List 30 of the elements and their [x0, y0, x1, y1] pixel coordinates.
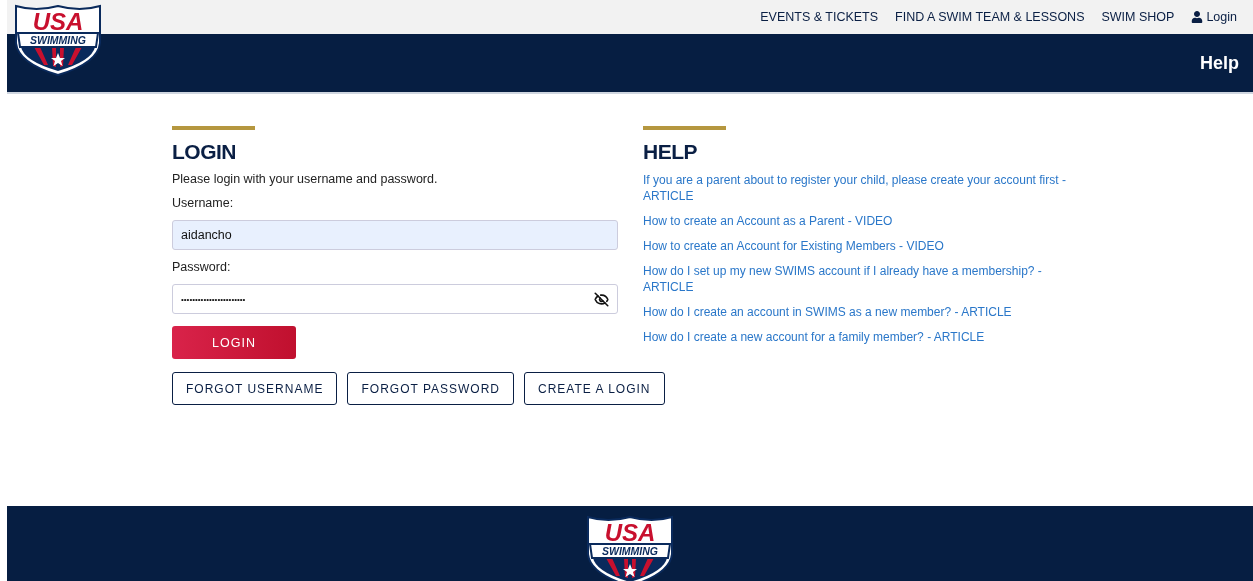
logo-text: SWIMMING	[602, 545, 658, 557]
nav-link[interactable]: SWIM SHOP	[1101, 10, 1175, 24]
account-button[interactable]: FORGOT USERNAME	[172, 372, 338, 405]
login-button[interactable]: LOGIN	[172, 326, 296, 359]
help-article-link[interactable]: How do I create a new account for a family member? - ARTICLE	[643, 329, 1093, 345]
account-button[interactable]: FORGOT PASSWORD	[347, 372, 515, 405]
field-label: Password:	[172, 260, 232, 274]
hide-password-icon[interactable]	[594, 291, 609, 307]
account-button[interactable]: CREATE A LOGIN	[524, 372, 665, 405]
help-article-link[interactable]: How to create an Account as a Parent - VIDEO	[643, 213, 1093, 229]
logo[interactable]: USA SWIMMING	[12, 3, 104, 77]
help-link[interactable]: Help	[1200, 52, 1239, 74]
field-label: Username:	[172, 196, 235, 210]
logo-text: SWIMMING	[30, 34, 86, 46]
help-article-link[interactable]: If you are a parent about to register your child, please create your account first - ARTICLE	[643, 172, 1093, 204]
user-icon	[1191, 11, 1204, 23]
logo-text: USA	[604, 519, 656, 546]
logo-text: USA	[32, 8, 84, 35]
login-heading: LOGIN	[172, 140, 237, 164]
login-instructions: Please login with your username and password.	[172, 172, 439, 186]
help-article-link[interactable]: How do I set up my new SWIMS account if I already have a membership? - ARTICLE	[643, 263, 1093, 295]
nav-link[interactable]: FIND A SWIM TEAM & LESSONS	[895, 10, 1085, 24]
nav-link[interactable]: EVENTS & TICKETS	[760, 10, 879, 24]
password-field[interactable]: •••••••••••••••••••••••	[172, 284, 618, 314]
help-article-link[interactable]: How to create an Account for Existing Members - VIDEO	[643, 238, 1093, 254]
help-article-link[interactable]: How do I create an account in SWIMS as a new member? - ARTICLE	[643, 304, 1093, 320]
username-field[interactable]: aidancho	[172, 220, 618, 250]
help-heading: HELP	[643, 140, 698, 164]
login-link[interactable]: Login	[1191, 10, 1237, 24]
logo[interactable]: USA SWIMMING	[584, 514, 676, 581]
